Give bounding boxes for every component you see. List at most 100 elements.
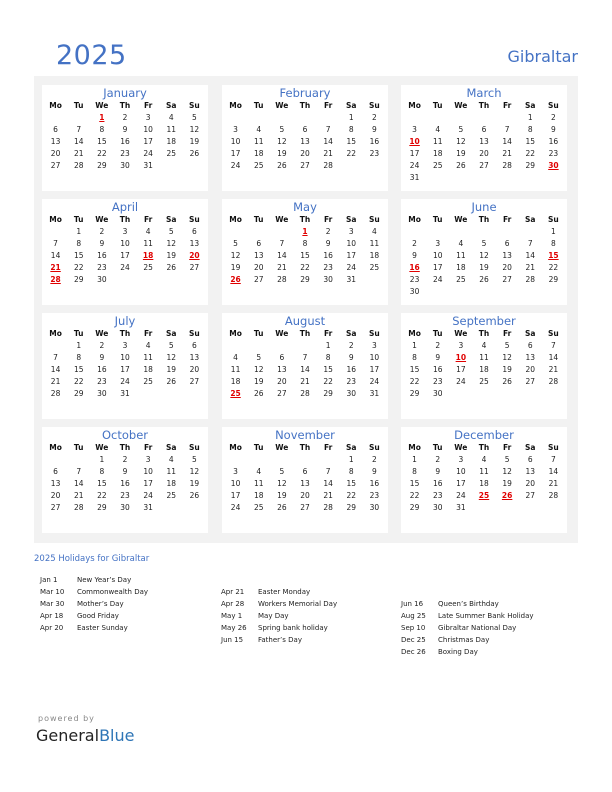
holiday-day-cell: 21 — [50, 263, 61, 272]
day-cell: 7 — [504, 125, 510, 134]
day-cell: 13 — [502, 251, 512, 260]
day-cell: 16 — [120, 479, 130, 488]
day-cell: 2 — [412, 239, 417, 248]
day-cell: 4 — [458, 239, 464, 248]
day-cell: 1 — [348, 455, 354, 464]
weekday-header: Fr — [323, 329, 333, 338]
day-cell: 16 — [120, 137, 130, 146]
day-cell: 20 — [253, 263, 264, 272]
day-cell: 11 — [143, 353, 153, 362]
holiday-name: Commonwealth Day — [77, 588, 149, 596]
day-cell: 10 — [369, 353, 380, 362]
day-cell: 11 — [479, 467, 489, 476]
weekday-header: Mo — [49, 443, 62, 452]
day-cell: 27 — [50, 503, 61, 512]
day-cell: 6 — [527, 455, 533, 464]
day-cell: 31 — [409, 173, 420, 182]
empty-cell — [293, 340, 316, 352]
day-cell: 27 — [300, 161, 310, 170]
weekday-header: Tu — [253, 443, 264, 452]
day-cell: 5 — [192, 113, 197, 122]
empty-cell — [496, 226, 519, 238]
weekday-header: Th — [119, 329, 131, 338]
day-cell: 12 — [166, 239, 177, 248]
day-cell: 20 — [50, 149, 61, 158]
day-cell: 6 — [481, 125, 487, 134]
holiday-list-item: Jun 15 Father’s Day — [221, 634, 337, 646]
day-cell: 3 — [348, 227, 354, 236]
day-cell: 19 — [189, 479, 200, 488]
holiday-list-item: Sep 10 Gibraltar National Day — [401, 622, 534, 634]
day-cell: 16 — [346, 365, 357, 374]
month-grid: Mo Tu We Th Fr Sa Su 1 2 3 4 5 6 7 8 9 10 11 12 13 14 15 16 17 1… — [42, 214, 208, 286]
day-cell: 6 — [256, 239, 262, 248]
day-cell: 16 — [323, 251, 333, 260]
day-cell: 12 — [253, 365, 264, 374]
day-cell: 5 — [192, 455, 197, 464]
day-cell: 2 — [99, 227, 105, 236]
empty-cell — [44, 226, 67, 238]
month-name: May — [293, 200, 317, 214]
day-cell: 14 — [502, 137, 512, 146]
day-cell: 26 — [456, 161, 466, 170]
day-cell: 6 — [504, 239, 510, 248]
holiday-date: Aug 25 — [401, 612, 426, 620]
day-cell: 6 — [527, 341, 533, 350]
weekday-header: We — [95, 101, 109, 110]
month-september: September Mo Tu We Th Fr Sa Su 1 2 3 4 5 6 7 8 9 10 11 12 13… — [401, 313, 567, 419]
day-cell: 20 — [300, 149, 310, 158]
day-cell: 21 — [502, 149, 512, 158]
day-cell: 8 — [412, 353, 417, 362]
weekday-header: Mo — [229, 329, 242, 338]
day-cell: 7 — [76, 467, 82, 476]
empty-cell — [472, 226, 495, 238]
day-cell: 21 — [548, 479, 559, 488]
day-cell: 5 — [256, 353, 262, 362]
empty-cell — [44, 112, 67, 124]
day-cell: 31 — [143, 503, 153, 512]
day-cell: 29 — [73, 275, 84, 284]
weekday-header: Tu — [432, 329, 443, 338]
day-cell: 29 — [525, 161, 536, 170]
day-cell: 12 — [189, 125, 200, 134]
holiday-name: Queen’s Birthday — [438, 600, 499, 608]
day-cell: 22 — [73, 263, 84, 272]
day-cell: 3 — [145, 113, 151, 122]
day-cell: 11 — [253, 479, 264, 488]
day-cell: 4 — [435, 125, 441, 134]
day-cell: 19 — [502, 479, 512, 488]
day-cell: 24 — [143, 491, 153, 500]
month-grid: Mo Tu We Th Fr Sa Su 1 2 3 4 5 6 7 8 9 10 11 12 13 14 15 16 17 1… — [222, 442, 388, 514]
day-cell: 26 — [189, 149, 200, 158]
day-cell: 10 — [346, 239, 357, 248]
empty-cell — [317, 112, 340, 124]
empty-cell — [224, 340, 247, 352]
holiday-date: Apr 18 — [40, 612, 64, 620]
brand-general: General — [36, 726, 100, 745]
holiday-list-item: May 26 Spring bank holiday — [221, 622, 337, 634]
day-cell: 26 — [502, 377, 512, 386]
weekday-header: Tu — [253, 101, 264, 110]
day-cell: 11 — [166, 467, 177, 476]
day-cell: 7 — [279, 239, 285, 248]
month-june: June Mo Tu We Th Fr Sa Su 1 2 3 4 5 6 7 8 9 10 11 12 13 14 15 1… — [401, 199, 567, 305]
weekday-header: Fr — [143, 329, 153, 338]
holiday-list-item: Dec 25 Christmas Day — [401, 634, 534, 646]
day-cell: 30 — [409, 287, 420, 296]
holiday-column: Jun 16 Queen’s Birthday Aug 25 Late Summer … — [401, 598, 534, 658]
weekday-header: Sa — [525, 443, 536, 452]
day-cell: 21 — [548, 365, 559, 374]
day-cell: 17 — [230, 149, 241, 158]
month-name: November — [275, 428, 335, 442]
day-cell: 3 — [412, 125, 417, 134]
day-cell: 28 — [548, 377, 559, 386]
day-cell: 5 — [168, 227, 174, 236]
month-grid: Mo Tu We Th Fr Sa Su 1 2 3 4 5 6 7 8 9 10 11 12 13 14 15 16 17 1… — [401, 442, 567, 514]
month-name: September — [452, 314, 516, 328]
weekday-header: Fr — [323, 215, 333, 224]
day-cell: 19 — [166, 365, 177, 374]
empty-cell — [449, 226, 472, 238]
weekday-header: Mo — [408, 329, 421, 338]
holiday-date: Jun 16 — [401, 600, 424, 608]
month-name: June — [471, 200, 497, 214]
